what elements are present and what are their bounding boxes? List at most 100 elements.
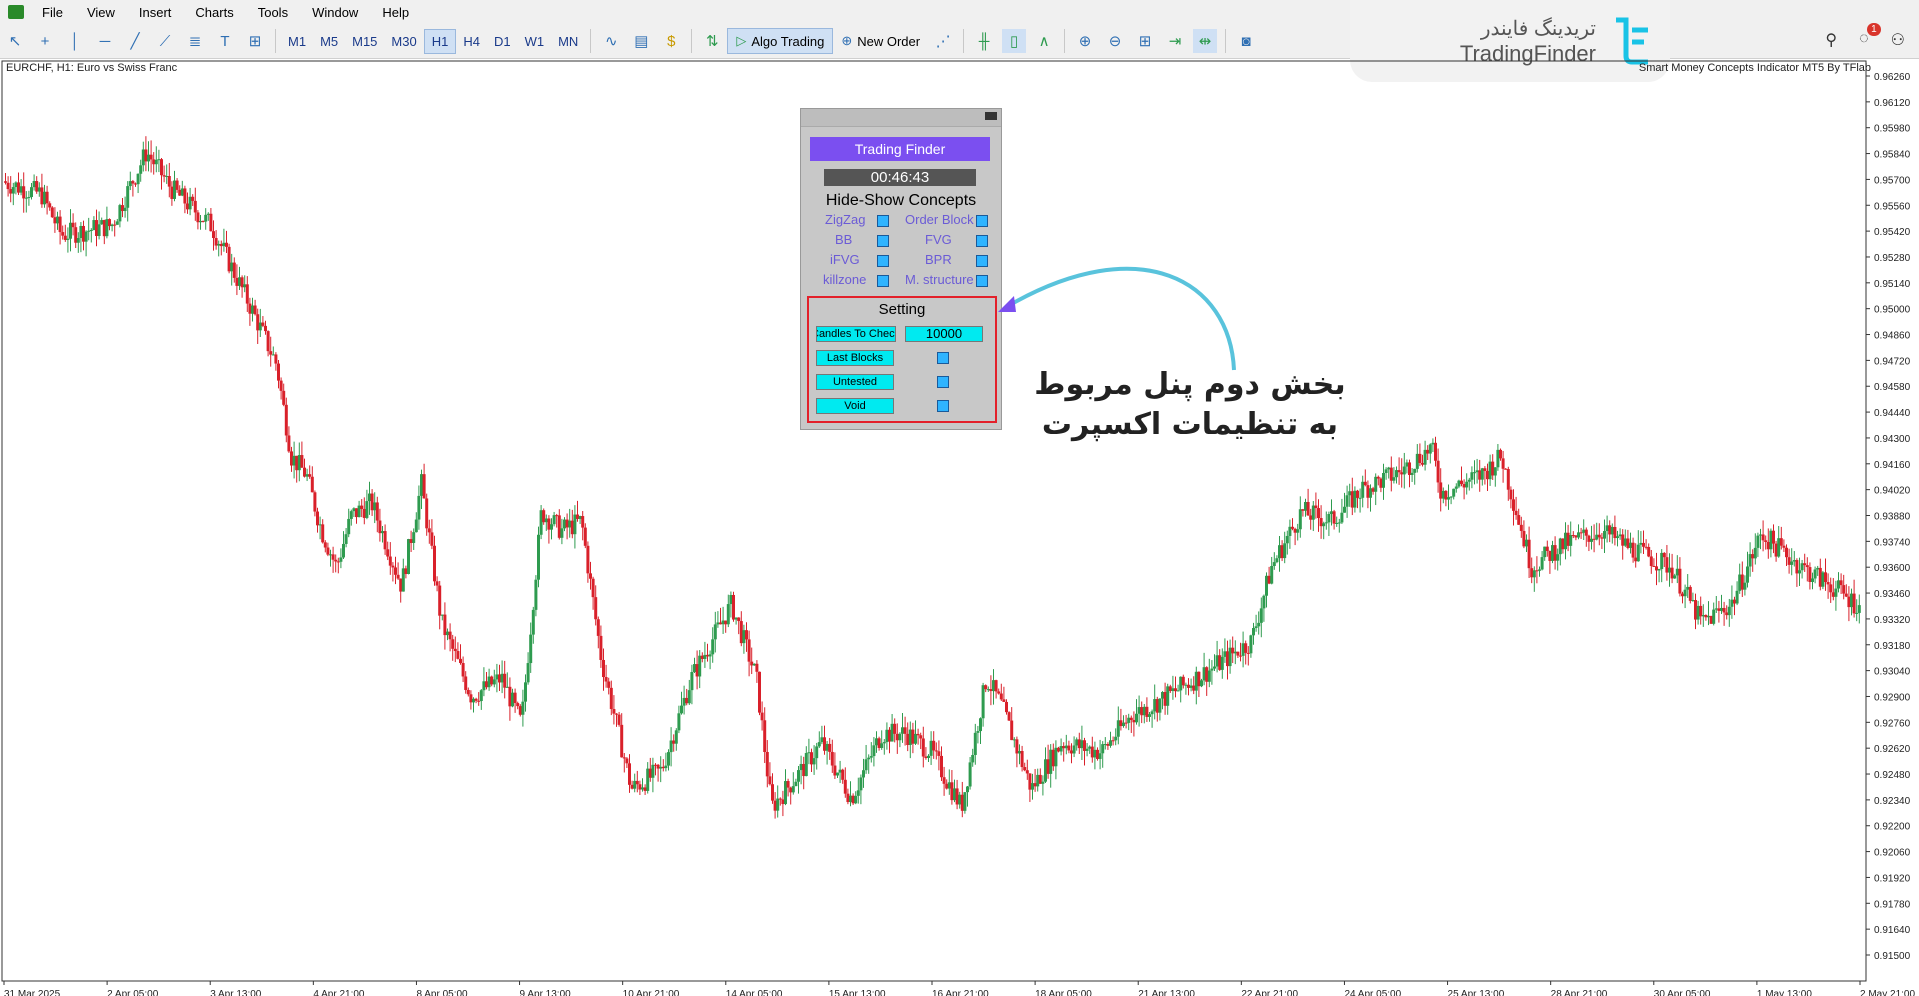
cursor-icon[interactable]: ↖ bbox=[3, 29, 27, 53]
candle bbox=[1795, 558, 1799, 587]
menu-view[interactable]: View bbox=[75, 5, 127, 20]
panel-titlebar[interactable] bbox=[801, 109, 1001, 127]
candle bbox=[950, 770, 954, 805]
menu-help[interactable]: Help bbox=[370, 5, 421, 20]
candle bbox=[76, 232, 80, 253]
account-icon[interactable]: ⚇ bbox=[1891, 30, 1905, 50]
dollar-icon[interactable]: $ bbox=[659, 29, 683, 53]
strategy-tester-icon[interactable]: ⇅ bbox=[700, 29, 724, 53]
indicators-icon[interactable]: ∿ bbox=[599, 29, 623, 53]
chart-shift-icon[interactable]: ⇹ bbox=[1193, 29, 1218, 53]
void-checkbox[interactable] bbox=[937, 400, 949, 412]
shapes-icon[interactable]: ⊞ bbox=[243, 29, 267, 53]
vertical-line-icon[interactable]: │ bbox=[63, 29, 87, 53]
candle bbox=[1148, 711, 1151, 722]
candle bbox=[1298, 496, 1302, 538]
logo-persian: تریدینگ فایندر bbox=[1480, 17, 1596, 40]
tf-h1[interactable]: H1 bbox=[423, 28, 457, 54]
concept-bpr-checkbox[interactable] bbox=[976, 255, 988, 267]
candle bbox=[1421, 454, 1424, 467]
tf-m5[interactable]: M5 bbox=[313, 30, 345, 53]
candle bbox=[199, 215, 202, 230]
candle bbox=[1488, 454, 1492, 486]
untested-checkbox[interactable] bbox=[937, 376, 949, 388]
candle bbox=[833, 752, 837, 780]
minimize-icon[interactable] bbox=[985, 112, 997, 120]
tf-mn[interactable]: MN bbox=[551, 30, 585, 53]
tf-m30[interactable]: M30 bbox=[384, 30, 423, 53]
tf-m1[interactable]: M1 bbox=[281, 30, 313, 53]
menu-window[interactable]: Window bbox=[300, 5, 370, 20]
candle bbox=[378, 508, 382, 542]
line-chart-icon[interactable]: ∧ bbox=[1032, 29, 1056, 53]
candle bbox=[1309, 508, 1313, 530]
horizontal-line-icon[interactable]: ─ bbox=[93, 29, 117, 53]
tradingfinder-panel: Trading Finder 00:46:43 Hide-Show Concep… bbox=[800, 108, 1002, 430]
setting-section: Setting Candles To Check 10000 Last Bloc… bbox=[807, 296, 997, 423]
candles-to-check-input[interactable]: 10000 bbox=[905, 326, 983, 342]
concept-structure-checkbox[interactable] bbox=[976, 275, 988, 287]
concept-killzone-checkbox[interactable] bbox=[877, 275, 889, 287]
candle bbox=[1811, 572, 1814, 590]
candle bbox=[1137, 695, 1141, 727]
tile-windows-icon[interactable]: ⊞ bbox=[1133, 29, 1157, 53]
concept-order-block-checkbox[interactable] bbox=[976, 215, 988, 227]
candle-chart-icon[interactable]: ▯ bbox=[1002, 29, 1027, 53]
candle bbox=[1660, 549, 1664, 583]
signals-icon[interactable]: ⋰ bbox=[931, 29, 955, 53]
candle bbox=[435, 576, 439, 592]
concept-bb-checkbox[interactable] bbox=[877, 235, 889, 247]
candle bbox=[960, 781, 964, 818]
tf-w1[interactable]: W1 bbox=[518, 30, 552, 53]
candle bbox=[89, 228, 93, 243]
menu-insert[interactable]: Insert bbox=[127, 5, 184, 20]
concept-ifvg-checkbox[interactable] bbox=[877, 255, 889, 267]
candle bbox=[1491, 454, 1495, 480]
last-blocks-checkbox[interactable] bbox=[937, 352, 949, 364]
screenshot-icon[interactable]: ◙ bbox=[1234, 29, 1258, 53]
candle bbox=[747, 630, 751, 677]
text-icon[interactable]: T bbox=[213, 29, 237, 53]
candle bbox=[1761, 520, 1765, 552]
candle bbox=[895, 723, 899, 754]
candle bbox=[1387, 466, 1391, 479]
algo-trading-button[interactable]: ▷ Algo Trading bbox=[727, 28, 834, 54]
candle bbox=[1101, 741, 1105, 768]
trendline-icon[interactable]: ╱ bbox=[123, 29, 147, 53]
candle bbox=[1800, 559, 1804, 579]
candle bbox=[1649, 549, 1653, 574]
concept-fvg-checkbox[interactable] bbox=[976, 235, 988, 247]
menu-tools[interactable]: Tools bbox=[246, 5, 300, 20]
price-tick-label: 0.94300 bbox=[1874, 434, 1911, 445]
bar-chart-icon[interactable]: ╫ bbox=[972, 29, 996, 53]
tf-d1[interactable]: D1 bbox=[487, 30, 518, 53]
channel-icon[interactable]: ⟋ bbox=[153, 29, 177, 53]
tf-h4[interactable]: H4 bbox=[456, 30, 487, 53]
menu-charts[interactable]: Charts bbox=[183, 5, 245, 20]
candle bbox=[1389, 456, 1393, 492]
fibonacci-icon[interactable]: ≣ bbox=[183, 29, 207, 53]
candle bbox=[1847, 586, 1851, 622]
candle bbox=[1545, 540, 1549, 557]
candle bbox=[360, 499, 364, 518]
candle bbox=[461, 656, 465, 683]
zoom-out-icon[interactable]: ⊖ bbox=[1103, 29, 1127, 53]
candle bbox=[1200, 678, 1203, 688]
new-order-button[interactable]: ⊕ New Order bbox=[833, 29, 928, 53]
menu-file[interactable]: File bbox=[30, 5, 75, 20]
autoscroll-icon[interactable]: ⇥ bbox=[1163, 29, 1187, 53]
templates-icon[interactable]: ▤ bbox=[629, 29, 653, 53]
tf-m15[interactable]: M15 bbox=[345, 30, 384, 53]
crosshair-icon[interactable]: + bbox=[33, 29, 57, 53]
price-tick-label: 0.91640 bbox=[1874, 925, 1911, 936]
chat-icon[interactable]: ◌ 1 bbox=[1859, 23, 1881, 50]
zoom-in-icon[interactable]: ⊕ bbox=[1073, 29, 1097, 53]
candle bbox=[724, 620, 728, 633]
search-icon[interactable]: ⚲ bbox=[1825, 30, 1837, 50]
candle bbox=[1413, 468, 1417, 485]
candle bbox=[539, 505, 543, 540]
candle bbox=[381, 525, 384, 543]
candle bbox=[66, 227, 70, 253]
concept-zigzag-checkbox[interactable] bbox=[877, 215, 889, 227]
candle bbox=[443, 602, 447, 650]
